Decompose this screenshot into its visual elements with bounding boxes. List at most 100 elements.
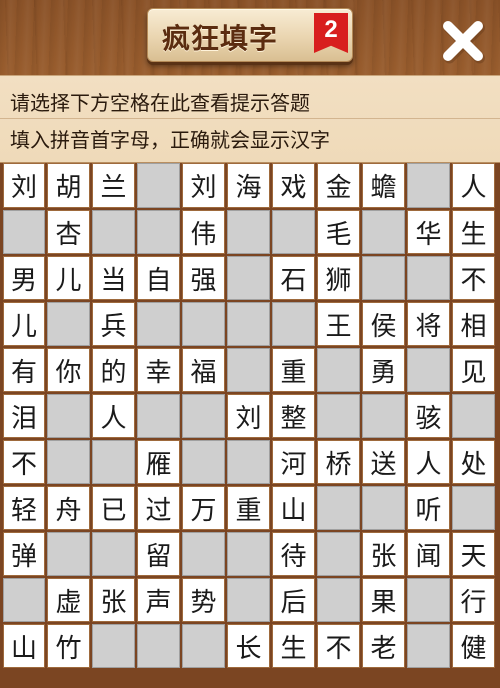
grid-cell-filled[interactable]: 老	[362, 624, 405, 668]
grid-cell-empty[interactable]	[137, 210, 180, 254]
grid-cell-filled[interactable]: 生	[452, 210, 495, 254]
grid-cell-empty[interactable]	[227, 256, 270, 300]
grid-cell-filled[interactable]: 相	[452, 302, 495, 346]
grid-cell-filled[interactable]: 兵	[92, 302, 135, 346]
grid-cell-filled[interactable]: 狮	[317, 256, 360, 300]
grid-cell-empty[interactable]	[227, 210, 270, 254]
grid-cell-filled[interactable]: 长	[227, 624, 270, 668]
grid-cell-filled[interactable]: 幸	[137, 348, 180, 392]
grid-cell-filled[interactable]: 人	[407, 440, 450, 484]
grid-cell-filled[interactable]: 刘	[182, 163, 225, 208]
grid-cell-filled[interactable]: 戏	[272, 163, 315, 208]
grid-cell-filled[interactable]: 刘	[227, 394, 270, 438]
grid-cell-filled[interactable]: 健	[452, 624, 495, 668]
grid-cell-filled[interactable]: 自	[137, 256, 180, 300]
grid-cell-empty[interactable]	[182, 624, 225, 668]
grid-cell-filled[interactable]: 胡	[47, 163, 90, 208]
grid-cell-filled[interactable]: 兰	[92, 163, 135, 208]
grid-cell-filled[interactable]: 弹	[3, 532, 45, 576]
grid-cell-filled[interactable]: 山	[272, 486, 315, 530]
grid-cell-empty[interactable]	[407, 348, 450, 392]
grid-cell-empty[interactable]	[227, 532, 270, 576]
grid-cell-filled[interactable]: 不	[317, 624, 360, 668]
grid-cell-empty[interactable]	[317, 348, 360, 392]
grid-cell-filled[interactable]: 华	[407, 210, 450, 254]
grid-cell-filled[interactable]: 重	[272, 348, 315, 392]
grid-cell-empty[interactable]	[317, 532, 360, 576]
grid-cell-filled[interactable]: 伟	[182, 210, 225, 254]
grid-cell-empty[interactable]	[317, 394, 360, 438]
grid-cell-empty[interactable]	[182, 440, 225, 484]
grid-cell-empty[interactable]	[362, 486, 405, 530]
close-button[interactable]	[440, 18, 486, 64]
grid-cell-filled[interactable]: 张	[92, 578, 135, 622]
grid-cell-empty[interactable]	[452, 486, 495, 530]
grid-cell-filled[interactable]: 不	[3, 440, 45, 484]
grid-cell-filled[interactable]: 已	[92, 486, 135, 530]
grid-cell-filled[interactable]: 势	[182, 578, 225, 622]
grid-cell-filled[interactable]: 蟾	[362, 163, 405, 208]
grid-cell-empty[interactable]	[47, 532, 90, 576]
grid-cell-empty[interactable]	[227, 302, 270, 346]
grid-cell-filled[interactable]: 人	[92, 394, 135, 438]
grid-cell-filled[interactable]: 男	[3, 256, 45, 300]
grid-cell-filled[interactable]: 天	[452, 532, 495, 576]
grid-cell-empty[interactable]	[272, 302, 315, 346]
grid-cell-filled[interactable]: 声	[137, 578, 180, 622]
grid-cell-filled[interactable]: 泪	[3, 394, 45, 438]
grid-cell-filled[interactable]: 王	[317, 302, 360, 346]
grid-cell-filled[interactable]: 虚	[47, 578, 90, 622]
grid-cell-empty[interactable]	[182, 302, 225, 346]
grid-cell-filled[interactable]: 儿	[3, 302, 45, 346]
grid-cell-empty[interactable]	[407, 256, 450, 300]
grid-cell-filled[interactable]: 骇	[407, 394, 450, 438]
grid-cell-filled[interactable]: 生	[272, 624, 315, 668]
grid-cell-empty[interactable]	[137, 163, 180, 208]
grid-cell-filled[interactable]: 福	[182, 348, 225, 392]
grid-cell-filled[interactable]: 有	[3, 348, 45, 392]
grid-cell-filled[interactable]: 杏	[47, 210, 90, 254]
grid-cell-filled[interactable]: 过	[137, 486, 180, 530]
grid-cell-filled[interactable]: 毛	[317, 210, 360, 254]
grid-cell-empty[interactable]	[362, 394, 405, 438]
grid-cell-filled[interactable]: 舟	[47, 486, 90, 530]
grid-cell-filled[interactable]: 山	[3, 624, 45, 668]
grid-cell-empty[interactable]	[92, 532, 135, 576]
grid-cell-filled[interactable]: 将	[407, 302, 450, 346]
grid-cell-filled[interactable]: 石	[272, 256, 315, 300]
grid-cell-filled[interactable]: 整	[272, 394, 315, 438]
grid-cell-empty[interactable]	[362, 210, 405, 254]
grid-cell-empty[interactable]	[452, 394, 495, 438]
grid-cell-empty[interactable]	[227, 440, 270, 484]
grid-cell-filled[interactable]: 后	[272, 578, 315, 622]
grid-cell-empty[interactable]	[3, 578, 45, 622]
grid-cell-empty[interactable]	[47, 440, 90, 484]
grid-cell-empty[interactable]	[227, 348, 270, 392]
grid-cell-filled[interactable]: 果	[362, 578, 405, 622]
grid-cell-filled[interactable]: 留	[137, 532, 180, 576]
grid-cell-filled[interactable]: 侯	[362, 302, 405, 346]
grid-cell-filled[interactable]: 见	[452, 348, 495, 392]
grid-cell-filled[interactable]: 人	[452, 163, 495, 208]
grid-cell-empty[interactable]	[182, 532, 225, 576]
grid-cell-empty[interactable]	[92, 210, 135, 254]
grid-cell-empty[interactable]	[137, 624, 180, 668]
grid-cell-filled[interactable]: 金	[317, 163, 360, 208]
grid-cell-empty[interactable]	[47, 302, 90, 346]
grid-cell-empty[interactable]	[92, 440, 135, 484]
grid-cell-filled[interactable]: 刘	[3, 163, 45, 208]
grid-cell-empty[interactable]	[3, 210, 45, 254]
grid-cell-empty[interactable]	[227, 578, 270, 622]
grid-cell-empty[interactable]	[182, 394, 225, 438]
grid-cell-filled[interactable]: 行	[452, 578, 495, 622]
grid-cell-filled[interactable]: 待	[272, 532, 315, 576]
grid-cell-filled[interactable]: 的	[92, 348, 135, 392]
grid-cell-filled[interactable]: 你	[47, 348, 90, 392]
grid-cell-filled[interactable]: 当	[92, 256, 135, 300]
grid-cell-filled[interactable]: 处	[452, 440, 495, 484]
grid-cell-filled[interactable]: 张	[362, 532, 405, 576]
grid-cell-filled[interactable]: 河	[272, 440, 315, 484]
grid-cell-empty[interactable]	[407, 578, 450, 622]
grid-cell-filled[interactable]: 儿	[47, 256, 90, 300]
grid-cell-empty[interactable]	[137, 394, 180, 438]
